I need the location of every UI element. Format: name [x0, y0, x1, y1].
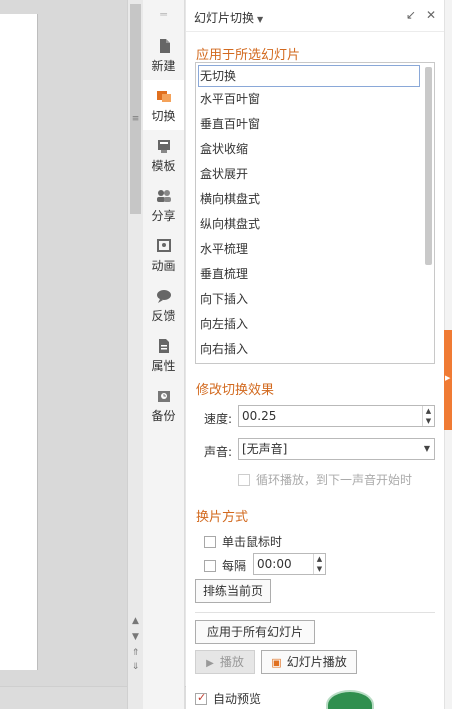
strip-item-backup[interactable]: 备份 — [143, 380, 184, 430]
speed-value: 00.25 — [242, 409, 277, 423]
transition-item[interactable]: 向左插入 — [196, 312, 422, 337]
sound-select[interactable]: [无声音] ▼ — [238, 438, 435, 460]
strip-item-feedback[interactable]: 反馈 — [143, 280, 184, 330]
chevron-down-icon: ▼ — [423, 444, 430, 453]
strip-item-template[interactable]: 模板 — [143, 130, 184, 180]
sound-value: [无声音] — [242, 442, 288, 456]
transition-list[interactable]: 无切换 水平百叶窗 垂直百叶窗 盒状收缩 盒状展开 横向棋盘式 纵向棋盘式 水平… — [195, 62, 435, 364]
play-icon: ▶ — [206, 658, 214, 669]
slide-scrollbar[interactable]: ≡ ▲ ▼ ⇑ ⇓ — [127, 0, 143, 709]
scroll-down-icon[interactable]: ▼ — [128, 630, 143, 644]
stepper-arrows-icon[interactable]: ▲ ▼ — [313, 554, 325, 574]
on-click-checkbox[interactable]: 单击鼠标时 — [204, 533, 282, 550]
strip-item-label: 分享 — [151, 209, 176, 223]
loop-label: 循环播放，到下一声音开始时 — [256, 473, 413, 487]
speed-label: 速度: — [204, 412, 233, 426]
chevron-down-icon: ▼ — [257, 15, 264, 24]
panel-title: 幻灯片切换 — [194, 11, 255, 25]
every-time-stepper[interactable]: 00:00 ▲ ▼ — [253, 553, 326, 575]
task-pane-strip: ═ 新建 切换 模板 分享 动画 反馈 属性 备份 — [143, 0, 185, 709]
list-scrollbar-thumb[interactable] — [425, 67, 432, 265]
strip-item-label: 属性 — [151, 359, 176, 373]
stepper-arrows-icon[interactable]: ▲ ▼ — [422, 406, 434, 426]
rehearse-button[interactable]: 排练当前页 — [195, 579, 271, 603]
slideshow-label: 幻灯片播放 — [286, 655, 347, 669]
share-icon — [156, 190, 171, 202]
transition-item[interactable]: 横向棋盘式 — [196, 187, 422, 212]
backup-icon — [157, 391, 170, 402]
strip-item-transition[interactable]: 切换 — [143, 80, 184, 130]
checkbox-box[interactable] — [195, 691, 207, 705]
section-title-advance: 换片方式 — [196, 510, 249, 525]
on-click-label: 单击鼠标时 — [222, 535, 283, 549]
template-icon — [157, 140, 170, 153]
strip-item-properties[interactable]: 属性 — [143, 330, 184, 380]
strip-item-label: 动画 — [151, 259, 176, 273]
slideshow-button[interactable]: ▣ 幻灯片播放 — [261, 650, 357, 674]
every-time-value: 00:00 — [257, 557, 292, 571]
transition-item[interactable]: 向右插入 — [196, 337, 422, 362]
arrow-right-icon: ▶ — [445, 374, 451, 382]
auto-preview-checkbox[interactable]: 自动预览 — [195, 690, 261, 707]
transition-item[interactable]: 向下插入 — [196, 287, 422, 312]
undock-icon[interactable]: ↙ — [404, 8, 418, 22]
animation-icon — [156, 239, 171, 252]
scroll-up-icon[interactable]: ▲ — [128, 614, 143, 628]
strip-item-label: 反馈 — [151, 309, 176, 323]
slideshow-icon: ▣ — [271, 656, 282, 669]
strip-item-label: 新建 — [151, 59, 176, 73]
apply-all-button[interactable]: 应用于所有幻灯片 — [195, 620, 315, 644]
transition-item[interactable]: 垂直百叶窗 — [196, 112, 422, 137]
strip-item-label: 模板 — [151, 159, 176, 173]
every-checkbox[interactable]: 每隔 — [204, 557, 246, 574]
checkbox-box[interactable] — [238, 473, 250, 486]
play-button[interactable]: ▶ 播放 — [195, 650, 255, 674]
scroll-grip-icon: ≡ — [131, 114, 140, 124]
every-label: 每隔 — [222, 559, 247, 573]
divider — [195, 612, 435, 613]
transition-item[interactable]: 水平百叶窗 — [196, 87, 422, 112]
panel-header: 幻灯片切换 ▼ ↙ ✕ — [186, 0, 444, 32]
app-window: ≡ ▲ ▼ ⇑ ⇓ ═ 新建 切换 模板 分享 动画 反馈 属性 备份 幻灯片切… — [0, 0, 452, 709]
speed-stepper[interactable]: 00.25 ▲ ▼ — [238, 405, 435, 427]
section-title-modify: 修改切换效果 — [196, 383, 275, 398]
checkmark-icon — [196, 691, 206, 704]
feedback-icon — [156, 290, 171, 303]
loop-checkbox[interactable]: 循环播放，到下一声音开始时 — [238, 471, 412, 488]
list-scrollbar[interactable] — [425, 65, 433, 363]
section-title-apply: 应用于所选幻灯片 — [196, 48, 301, 63]
slide-transition-panel: 幻灯片切换 ▼ ↙ ✕ 应用于所选幻灯片 无切换 水平百叶窗 垂直百叶窗 盒状收缩… — [186, 0, 444, 709]
transition-item[interactable]: 水平梳理 — [196, 237, 422, 262]
new-file-icon — [159, 39, 170, 53]
properties-icon — [158, 339, 169, 353]
transition-item[interactable]: 纵向棋盘式 — [196, 212, 422, 237]
checkbox-box[interactable] — [204, 535, 216, 548]
transition-item[interactable]: 无切换 — [198, 65, 420, 87]
strip-item-new[interactable]: 新建 — [143, 30, 184, 80]
transition-item[interactable]: 垂直梳理 — [196, 262, 422, 287]
play-label: 播放 — [219, 655, 244, 669]
transition-item[interactable]: 盒状展开 — [196, 162, 422, 187]
transition-icon — [156, 91, 171, 102]
strip-item-label: 备份 — [151, 409, 176, 423]
slide-canvas[interactable] — [0, 0, 127, 709]
strip-item-label: 切换 — [151, 109, 176, 123]
strip-item-animation[interactable]: 动画 — [143, 230, 184, 280]
scrollbar-thumb[interactable] — [130, 4, 141, 214]
panel-title-menu[interactable]: 幻灯片切换 ▼ — [194, 9, 263, 26]
collapse-panel-tab[interactable]: ▶ — [444, 330, 452, 430]
strip-item-share[interactable]: 分享 — [143, 180, 184, 230]
sound-label: 声音: — [204, 445, 233, 459]
auto-preview-label: 自动预览 — [213, 692, 262, 706]
strip-grip: ═ — [160, 8, 167, 21]
page-up-icon[interactable]: ⇑ — [128, 646, 143, 660]
slide-page[interactable] — [0, 14, 38, 670]
close-icon[interactable]: ✕ — [424, 8, 438, 22]
transition-item[interactable]: 盒状收缩 — [196, 137, 422, 162]
checkbox-box[interactable] — [204, 559, 216, 572]
page-down-icon[interactable]: ⇓ — [128, 660, 143, 674]
